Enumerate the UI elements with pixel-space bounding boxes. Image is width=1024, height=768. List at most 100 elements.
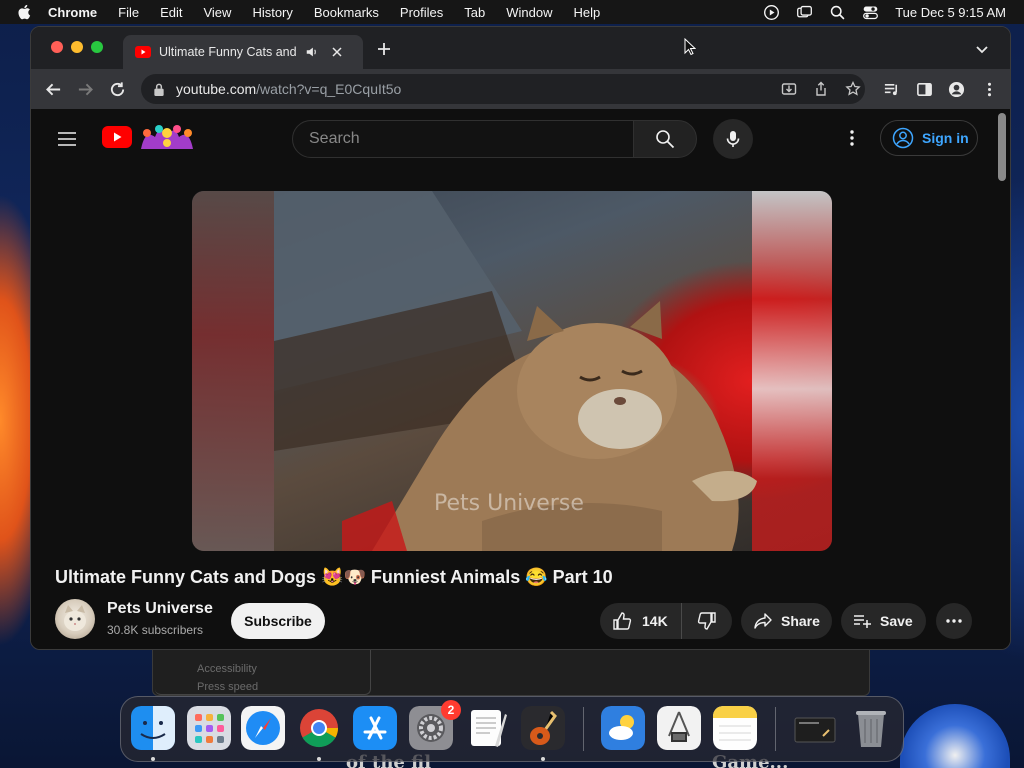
thumbs-up-icon: [613, 612, 632, 630]
menu-window[interactable]: Window: [506, 5, 552, 20]
page-scrollbar[interactable]: [998, 113, 1006, 181]
screen-mirroring-icon[interactable]: [796, 4, 813, 21]
new-tab-icon[interactable]: [377, 42, 391, 56]
profile-icon[interactable]: [948, 81, 965, 98]
dock-finder[interactable]: [131, 706, 175, 750]
fullscreen-window-button[interactable]: [91, 41, 103, 53]
microphone-icon: [726, 131, 740, 147]
more-horizontal-icon: [946, 619, 962, 623]
video-title: Ultimate Funny Cats and Dogs 😻🐶 Funniest…: [55, 567, 613, 587]
system-information-icon: [657, 706, 701, 750]
menu-history[interactable]: History: [252, 5, 292, 20]
search-input[interactable]: Search: [292, 120, 634, 158]
like-count: 14K: [642, 613, 668, 629]
running-indicator: [317, 757, 321, 761]
share-page-icon[interactable]: [813, 81, 829, 97]
share-button[interactable]: Share: [741, 603, 832, 639]
background-text: Press speed: [197, 681, 259, 693]
url-host: youtube.com: [176, 81, 257, 97]
menu-bar: Chrome File Edit View History Bookmarks …: [0, 0, 1024, 24]
dock-textedit[interactable]: [465, 706, 509, 750]
notes-icon: [713, 706, 757, 750]
url-path: /watch?v=q_E0CquIt5o: [256, 81, 402, 97]
textedit-icon: [471, 710, 507, 747]
more-actions-button[interactable]: [936, 603, 972, 639]
running-indicator: [541, 757, 545, 761]
running-indicator: [151, 757, 155, 761]
sign-in-label: Sign in: [922, 130, 969, 146]
menu-help[interactable]: Help: [574, 5, 601, 20]
reload-icon[interactable]: [109, 81, 126, 98]
dock-safari[interactable]: [241, 706, 285, 750]
media-controls-icon[interactable]: [883, 81, 900, 98]
tab-title: Ultimate Funny Cats and Dogs: [159, 45, 299, 59]
control-center-icon[interactable]: [862, 4, 879, 21]
weather-cloud-icon: [601, 706, 645, 750]
account-icon: [892, 127, 914, 149]
address-bar[interactable]: youtube.com/watch?v=q_E0CquIt5o: [141, 74, 865, 104]
spotlight-search-icon[interactable]: [829, 4, 846, 21]
search-button[interactable]: [633, 120, 697, 158]
subscriber-count: 30.8K subscribers: [107, 623, 204, 637]
browser-toolbar: youtube.com/watch?v=q_E0CquIt5o: [31, 69, 1010, 109]
menu-file[interactable]: File: [118, 5, 139, 20]
sign-in-button[interactable]: Sign in: [880, 120, 978, 156]
finder-icon: [131, 706, 175, 750]
bookmark-star-icon[interactable]: [845, 81, 861, 97]
media-play-icon[interactable]: [763, 4, 780, 21]
menu-tab[interactable]: Tab: [464, 5, 485, 20]
dock-launchpad[interactable]: [187, 706, 231, 750]
close-tab-icon[interactable]: [331, 46, 343, 58]
guitar-icon: [521, 706, 565, 750]
chrome-menu-icon[interactable]: [981, 81, 998, 98]
dock: 2: [120, 696, 904, 762]
youtube-favicon-icon: [135, 46, 151, 58]
voice-search-button[interactable]: [713, 119, 753, 159]
dock-app-store[interactable]: [353, 706, 397, 750]
dock-weather[interactable]: [601, 706, 645, 750]
menu-bar-clock[interactable]: Tue Dec 5 9:15 AM: [895, 5, 1006, 20]
dock-system-information[interactable]: [657, 706, 701, 750]
video-player[interactable]: Pets Universe: [192, 191, 832, 551]
youtube-logo-icon[interactable]: [102, 126, 132, 148]
apple-icon[interactable]: [16, 3, 34, 21]
dock-separator: [583, 707, 584, 751]
hamburger-menu-icon[interactable]: [57, 131, 77, 147]
close-window-button[interactable]: [51, 41, 63, 53]
dock-notes[interactable]: [713, 706, 757, 750]
video-watermark: Pets Universe: [434, 491, 584, 516]
chrome-window: Ultimate Funny Cats and Dogs youtube.com…: [30, 26, 1011, 650]
dislike-button[interactable]: [682, 603, 732, 639]
share-arrow-icon: [754, 613, 772, 629]
dock-garageband[interactable]: [521, 706, 565, 750]
dock-trash[interactable]: [849, 706, 893, 750]
search-placeholder: Search: [309, 130, 360, 147]
channel-avatar[interactable]: [55, 599, 95, 639]
channel-name[interactable]: Pets Universe: [107, 600, 213, 618]
mouse-cursor-icon: [684, 38, 696, 56]
menu-bookmarks[interactable]: Bookmarks: [314, 5, 379, 20]
subscribe-button[interactable]: Subscribe: [231, 603, 325, 639]
settings-kebab-icon[interactable]: [845, 129, 859, 147]
menu-app-name[interactable]: Chrome: [48, 5, 97, 20]
menu-edit[interactable]: Edit: [160, 5, 182, 20]
dock-chrome[interactable]: [297, 706, 341, 750]
back-arrow-icon[interactable]: [45, 81, 62, 98]
tab-search-chevron-icon[interactable]: [976, 44, 988, 54]
save-button[interactable]: Save: [841, 603, 926, 639]
forward-arrow-icon[interactable]: [77, 81, 94, 98]
audio-playing-icon[interactable]: [305, 45, 319, 59]
side-panel-icon[interactable]: [916, 81, 933, 98]
background-text: Accessibility: [197, 663, 257, 675]
minimize-window-button[interactable]: [71, 41, 83, 53]
cat-avatar-icon: [64, 605, 86, 631]
tab-youtube-video[interactable]: Ultimate Funny Cats and Dogs: [123, 35, 363, 69]
like-button[interactable]: 14K: [600, 603, 682, 639]
dock-screenshot-thumbnail[interactable]: [793, 706, 837, 750]
lock-icon[interactable]: [153, 83, 165, 96]
menu-profiles[interactable]: Profiles: [400, 5, 443, 20]
dock-separator: [775, 707, 776, 751]
menu-view[interactable]: View: [203, 5, 231, 20]
install-app-icon[interactable]: [781, 81, 797, 97]
youtube-doodle-icon[interactable]: [137, 123, 197, 151]
